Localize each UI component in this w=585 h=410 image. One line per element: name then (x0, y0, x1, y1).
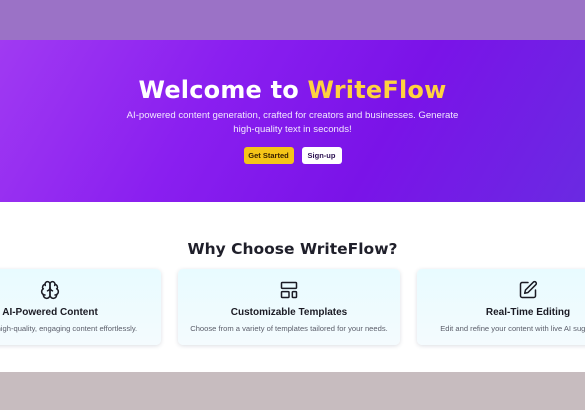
feature-card-description: Generate high-quality, engaging content … (0, 324, 138, 333)
feature-card-templates: Customizable Templates Choose from a var… (178, 269, 400, 345)
page: Welcome to WriteFlow AI-powered content … (0, 0, 585, 410)
edit-icon (518, 280, 538, 300)
bottom-backdrop (0, 372, 585, 410)
feature-card-title: Customizable Templates (230, 307, 348, 318)
feature-card-title: AI-Powered Content (2, 307, 98, 318)
features-section: Why Choose WriteFlow? AI-Powered Content… (0, 202, 585, 372)
feature-card-title: Real-Time Editing (485, 307, 571, 318)
hero-actions: Get Started Sign-up (0, 147, 585, 164)
get-started-button[interactable]: Get Started (243, 147, 294, 164)
feature-card-description: Choose from a variety of templates tailo… (190, 324, 388, 333)
hero-title-prefix: Welcome to (138, 76, 308, 104)
hero-section: Welcome to WriteFlow AI-powered content … (0, 40, 585, 202)
hero-subtitle: AI-powered content generation, crafted f… (126, 110, 459, 135)
feature-card-editing: Real-Time Editing Edit and refine your c… (417, 269, 585, 345)
sign-up-button[interactable]: Sign-up (301, 147, 342, 164)
hero-title: Welcome to WriteFlow (0, 76, 585, 104)
brain-icon (40, 280, 60, 300)
hero-title-brand: WriteFlow (307, 76, 447, 104)
features-title: Why Choose WriteFlow? (187, 240, 398, 258)
feature-card-description: Edit and refine your content with live A… (440, 324, 585, 333)
layout-template-icon (279, 280, 299, 300)
feature-card-ai-content: AI-Powered Content Generate high-quality… (0, 269, 161, 345)
top-backdrop (0, 0, 585, 40)
